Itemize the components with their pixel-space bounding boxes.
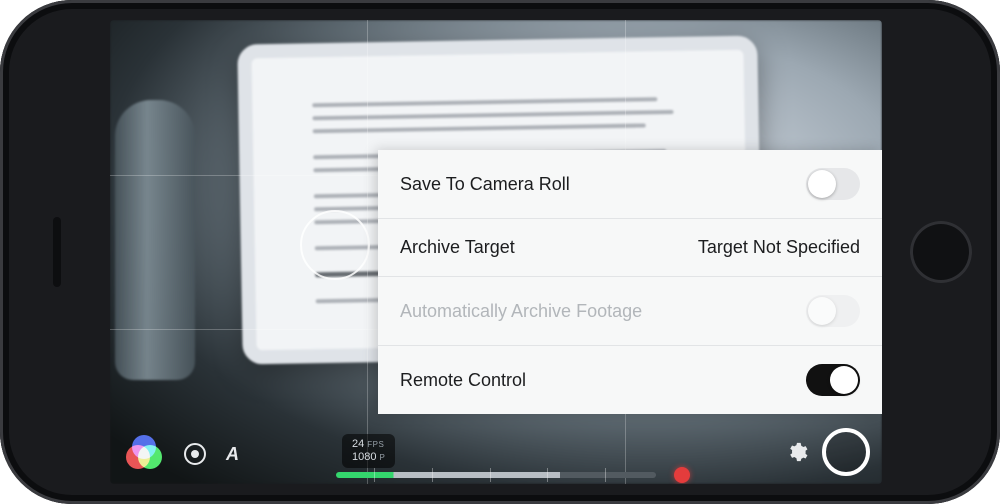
- resolution-value: 1080: [352, 451, 376, 463]
- archive-target-value: Target Not Specified: [698, 237, 860, 258]
- settings-icon[interactable]: [786, 441, 808, 463]
- hud-center: 24FPS 1080P: [336, 434, 656, 478]
- settings-panel: Save To Camera Roll Archive Target Targe…: [378, 150, 882, 414]
- shutter-button[interactable]: [822, 428, 870, 476]
- auto-icon[interactable]: A: [226, 444, 239, 465]
- resolution-unit: P: [379, 453, 385, 462]
- row-auto-archive: Automatically Archive Footage: [378, 277, 882, 346]
- row-label: Remote Control: [400, 370, 526, 391]
- fps-value: 24: [352, 438, 364, 450]
- row-archive-target[interactable]: Archive Target Target Not Specified: [378, 219, 882, 277]
- row-remote-control[interactable]: Remote Control: [378, 346, 882, 414]
- fps-unit: FPS: [367, 440, 384, 449]
- phone-speaker: [53, 217, 61, 287]
- focus-reticle[interactable]: [300, 210, 370, 280]
- exposure-icon[interactable]: [184, 443, 206, 465]
- toggle-remote-control[interactable]: [806, 364, 860, 396]
- home-button[interactable]: [910, 221, 972, 283]
- screen: A 24FPS 1080P: [110, 20, 882, 484]
- row-label: Archive Target: [400, 237, 515, 258]
- capture-format-chip[interactable]: 24FPS 1080P: [342, 434, 395, 468]
- zoom-slider[interactable]: [336, 472, 656, 478]
- hud-bar: A 24FPS 1080P: [110, 424, 882, 484]
- row-label: Automatically Archive Footage: [400, 301, 642, 322]
- color-picker-icon[interactable]: [124, 434, 164, 474]
- row-save-to-camera-roll[interactable]: Save To Camera Roll: [378, 150, 882, 219]
- scene-bottle: [115, 100, 195, 380]
- row-label: Save To Camera Roll: [400, 174, 570, 195]
- phone-frame: A 24FPS 1080P: [0, 0, 1000, 504]
- toggle-auto-archive: [806, 295, 860, 327]
- record-indicator-icon: [674, 467, 690, 483]
- toggle-save-to-camera-roll[interactable]: [806, 168, 860, 200]
